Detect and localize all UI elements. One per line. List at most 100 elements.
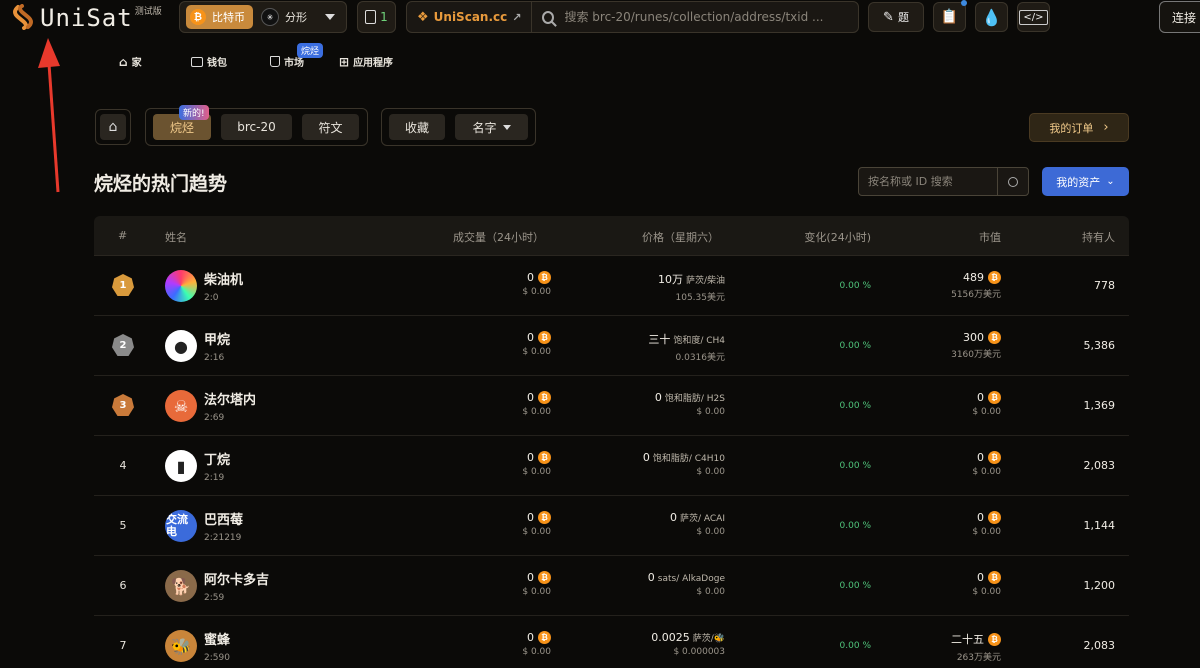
token-avatar-icon: 🐕	[171, 576, 191, 596]
token-avatar-icon: 🐝	[171, 636, 191, 656]
drop-button[interactable]: 💧	[975, 2, 1008, 32]
topic-button[interactable]: ✎ 题	[868, 2, 924, 32]
column-header-price[interactable]: 价格（星期六）	[642, 229, 719, 245]
market-cap-usd: 3160万美元	[951, 350, 1001, 360]
token-name[interactable]: 法尔塔内	[204, 389, 256, 408]
market-cap-cell: 二十五 ₿ 263万美元	[951, 631, 1001, 663]
token-avatar-icon: ☠	[173, 396, 189, 416]
my-assets-label: 我的资产	[1056, 175, 1101, 189]
token-name[interactable]: 阿尔卡多吉	[204, 569, 269, 588]
clipboard-icon: 📋	[940, 9, 959, 25]
table-row[interactable]: 6 🐕 阿尔卡多吉 2:59 0 ₿ $ 0.00 0 sats/ AlkaDoge…	[94, 556, 1129, 616]
table-row[interactable]: 2 ● 甲烷 2:16 0 ₿ $ 0.00 三十 饱和度/ CH4 0.0316美…	[94, 316, 1129, 376]
network-selector[interactable]: ₿ 比特币 ✳ 分形	[179, 1, 347, 33]
price-value: 三十	[648, 333, 671, 346]
tab-brc20[interactable]: brc-20	[221, 114, 292, 140]
page-title: 烷烃的热门趋势	[94, 173, 228, 195]
table-row[interactable]: 5 交流电 巴西莓 2:21219 0 ₿ $ 0.00 0 萨茨/ ACAI $ …	[94, 496, 1129, 556]
rank-cell: 7	[110, 632, 136, 658]
table-row[interactable]: 4 ▮ 丁烷 2:19 0 ₿ $ 0.00 0 饱和脂肪/ C4H10 $ 0.0…	[94, 436, 1129, 496]
nav-item-home[interactable]: ⌂ 家	[119, 54, 142, 70]
rank-cell: 3	[110, 392, 136, 418]
market-cap-value: 0	[977, 511, 984, 524]
nav-item-label: 家	[131, 58, 142, 69]
asset-search-input[interactable]	[859, 168, 997, 195]
change-value: 0.00 %	[839, 341, 871, 351]
bitcoin-icon: ₿	[538, 271, 551, 284]
gas-indicator[interactable]: 1	[357, 1, 396, 33]
change-value: 0.00 %	[839, 521, 871, 531]
table-row[interactable]: 3 ☠ 法尔塔内 2:69 0 ₿ $ 0.00 0 饱和脂肪/ H2S $ 0.0…	[94, 376, 1129, 436]
token-id: 2:59	[204, 593, 225, 603]
token-name[interactable]: 柴油机	[204, 269, 243, 288]
bitcoin-icon: ₿	[988, 511, 1001, 524]
market-cap-value: 0	[977, 571, 984, 584]
network-fractal-option[interactable]: ✳ 分形	[261, 8, 307, 26]
column-header-holders[interactable]: 持有人	[1082, 229, 1115, 245]
token-name[interactable]: 甲烷	[204, 329, 230, 348]
avatar: ▮	[165, 450, 197, 482]
tab-label: 收藏	[405, 120, 430, 135]
column-header-change[interactable]: 变化(24小时)	[804, 229, 871, 245]
rank-cell: 1	[110, 272, 136, 298]
rank-cell: 6	[110, 572, 136, 598]
chevron-down-icon[interactable]	[325, 14, 335, 20]
uniscan-logo-icon: ❖	[417, 9, 429, 25]
token-name[interactable]: 丁烷	[204, 449, 230, 468]
holders-value: 2,083	[1083, 459, 1116, 472]
connect-button[interactable]: 连接	[1159, 1, 1200, 33]
market-cap-value: 489	[963, 271, 984, 284]
token-name[interactable]: 巴西莓	[204, 509, 243, 528]
my-orders-button[interactable]: 我的订单 ›	[1029, 113, 1129, 142]
network-bitcoin-button[interactable]: ₿ 比特币	[186, 5, 253, 29]
column-header-market-cap[interactable]: 市值	[979, 229, 1001, 245]
volume-value: 0	[527, 511, 534, 524]
price-unit: sats/ AlkaDoge	[657, 574, 725, 584]
market-cap-cell: 0 ₿ $ 0.00	[972, 571, 1001, 597]
token-id: 2:16	[204, 353, 225, 363]
code-button[interactable]: </>	[1017, 2, 1050, 32]
my-assets-button[interactable]: 我的资产 ⌄	[1042, 167, 1129, 196]
price-cell: 0 sats/ AlkaDoge $ 0.00	[648, 571, 725, 597]
apps-grid-icon: ⊞	[339, 54, 350, 69]
price-value: 0	[670, 511, 677, 524]
price-unit: 萨茨/柴油	[685, 276, 725, 286]
market-cap-usd: $ 0.00	[972, 527, 1001, 537]
rank-number: 6	[119, 578, 127, 592]
tab-alkanes[interactable]: 新的! 烷烃	[153, 105, 211, 140]
bitcoin-icon: ₿	[988, 391, 1001, 404]
table-header: # 姓名 成交量（24小时） 价格（星期六） 变化(24小时) 市值 持有人	[94, 216, 1129, 256]
avatar: ●	[165, 330, 197, 362]
price-usd: 105.35美元	[675, 293, 726, 303]
logo[interactable]: UniSat 测试版	[10, 4, 162, 32]
clipboard-button[interactable]: 📋	[933, 0, 967, 32]
market-cap-cell: 300 ₿ 3160万美元	[951, 331, 1001, 360]
bitcoin-icon: ₿	[190, 9, 206, 25]
chevron-right-icon: ›	[1103, 120, 1109, 135]
volume-value: 0	[527, 331, 534, 344]
asset-search-button[interactable]	[997, 168, 1028, 195]
tab-runes[interactable]: 符文	[302, 114, 359, 140]
nav-item-apps[interactable]: ⊞ 应用程序	[339, 54, 393, 70]
tab-collections[interactable]: 收藏	[389, 114, 446, 140]
table-row[interactable]: 1 柴油机 2:0 0 ₿ $ 0.00 10万 萨茨/柴油 105.35美元 0.…	[94, 256, 1129, 316]
my-orders-label: 我的订单	[1049, 121, 1094, 135]
search-input[interactable]	[564, 10, 858, 24]
volume-cell: 0 ₿ $ 0.00	[522, 511, 551, 537]
token-id: 2:69	[204, 413, 225, 423]
tab-names[interactable]: 名字	[455, 114, 528, 140]
avatar	[165, 270, 197, 302]
column-header-rank: #	[118, 229, 128, 242]
price-usd: $ 0.00	[696, 467, 725, 477]
nav-item-wallet[interactable]: 钱包	[191, 54, 227, 69]
token-name[interactable]: 蜜蜂	[204, 629, 230, 648]
home-filter-button[interactable]: ⌂	[95, 109, 131, 145]
uniscan-link[interactable]: ❖ UniScan.cc ↗	[407, 2, 533, 32]
market-cap-cell: 0 ₿ $ 0.00	[972, 511, 1001, 537]
table-row[interactable]: 7 🐝 蜜蜂 2:590 0 ₿ $ 0.00 0.0025 萨茨/🐝 $ 0.00…	[94, 616, 1129, 668]
volume-cell: 0 ₿ $ 0.00	[522, 331, 551, 357]
column-header-volume[interactable]: 成交量（24小时）	[453, 229, 544, 245]
network-variant-label: 分形	[285, 11, 307, 24]
market-cap-value: 二十五	[951, 633, 984, 646]
volume-value: 0	[527, 631, 534, 644]
